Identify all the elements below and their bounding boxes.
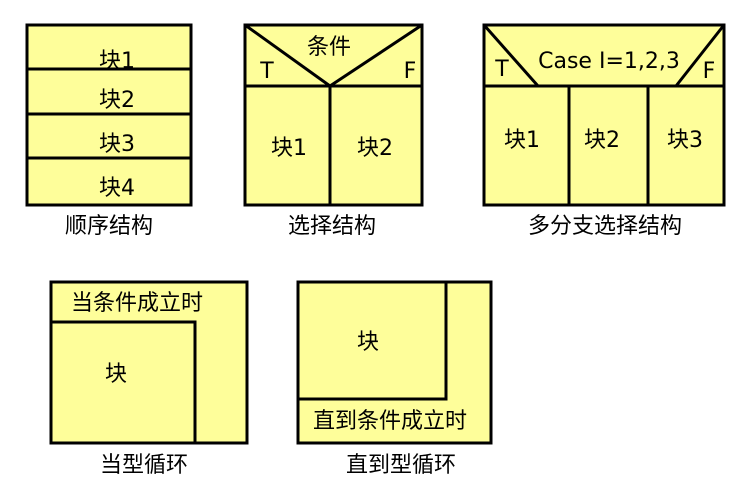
selection-block-2: 块2 bbox=[357, 136, 393, 161]
selection-block-1: 块1 bbox=[271, 136, 307, 161]
multi-branch-block-1: 块1 bbox=[504, 128, 540, 153]
multi-branch-false-label: F bbox=[703, 59, 716, 84]
multi-branch-caption: 多分支选择结构 bbox=[528, 214, 682, 239]
until-loop-block: 块 bbox=[357, 330, 379, 355]
multi-branch-true-label: T bbox=[494, 57, 509, 82]
while-loop-condition-label: 当条件成立时 bbox=[71, 291, 203, 316]
until-loop-structure: 块 直到条件成立时 直到型循环 bbox=[296, 280, 493, 478]
until-loop-caption: 直到型循环 bbox=[346, 453, 456, 478]
multi-branch-condition-label: Case I=1,2,3 bbox=[538, 49, 680, 74]
selection-false-label: F bbox=[404, 59, 417, 84]
until-loop-condition-label: 直到条件成立时 bbox=[313, 409, 467, 434]
sequence-structure: 块1 块2 块3 块4 顺序结构 bbox=[25, 23, 193, 239]
selection-true-label: T bbox=[259, 59, 274, 84]
multi-branch-block-2: 块2 bbox=[584, 128, 620, 153]
structured-flowchart-diagrams: 块1 块2 块3 块4 顺序结构 条件 T F 块1 块2 选择结构 Case … bbox=[25, 23, 726, 478]
multi-branch-structure: Case I=1,2,3 T F 块1 块2 块3 多分支选择结构 bbox=[482, 23, 726, 239]
sequence-block-4: 块4 bbox=[99, 176, 135, 201]
while-loop-caption: 当型循环 bbox=[100, 453, 188, 478]
selection-caption: 选择结构 bbox=[288, 214, 376, 239]
selection-structure: 条件 T F 块1 块2 选择结构 bbox=[243, 23, 424, 239]
sequence-block-2: 块2 bbox=[99, 88, 135, 113]
while-loop-block: 块 bbox=[105, 362, 127, 387]
selection-condition-label: 条件 bbox=[307, 35, 351, 60]
multi-branch-block-3: 块3 bbox=[667, 128, 703, 153]
while-loop-structure: 当条件成立时 块 当型循环 bbox=[49, 280, 249, 478]
sequence-caption: 顺序结构 bbox=[65, 214, 153, 239]
sequence-block-3: 块3 bbox=[99, 132, 135, 157]
sequence-block-1: 块1 bbox=[99, 49, 135, 74]
